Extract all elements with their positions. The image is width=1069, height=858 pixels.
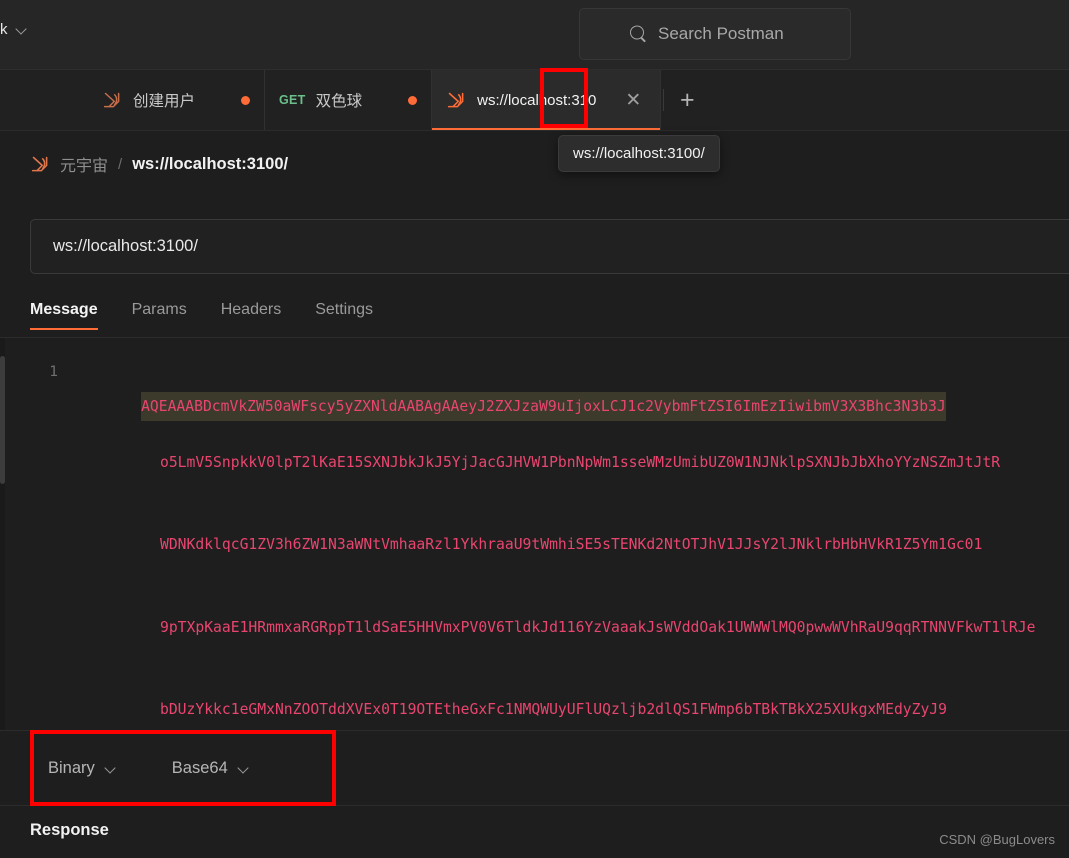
watermark: CSDN @BugLovers — [939, 832, 1055, 847]
chevron-down-icon — [105, 763, 116, 774]
message-editor[interactable]: 1 AQEAAABDcmVkZW50aWFscy5yZXNldAABAgAAey… — [0, 338, 1069, 730]
top-header-bar: k Search Postman — [0, 0, 1069, 70]
request-tab-bar: Message Params Headers Settings — [30, 297, 407, 330]
tab-shuangseqiu[interactable]: GET 双色球 — [265, 70, 433, 130]
workspace-label: k — [0, 21, 8, 38]
data-type-select[interactable]: Binary — [48, 759, 116, 778]
tab-strip-spacer — [0, 70, 88, 130]
chevron-down-icon — [16, 24, 27, 35]
breadcrumb: 元宇宙 / ws://localhost:3100/ — [30, 152, 288, 176]
tab-label: 创建用户 — [133, 93, 196, 110]
chevron-down-icon — [238, 763, 249, 774]
message-format-bar: Binary Base64 — [0, 731, 1069, 805]
close-icon[interactable]: ✕ — [620, 89, 646, 112]
new-tab-button[interactable]: + — [666, 70, 708, 130]
tab-label: ws://localhost:310 — [477, 91, 597, 109]
tab-tooltip: ws://localhost:3100/ — [558, 135, 720, 172]
response-section-divider — [0, 805, 1069, 806]
code-line-5: bDUzYkkc1eGMxNnZOOTddXVEx0T19OTEtheGxFc1… — [160, 701, 947, 718]
unsaved-changes-dot — [408, 95, 418, 105]
data-type-value: Binary — [48, 758, 95, 777]
encoding-select[interactable]: Base64 — [172, 759, 249, 778]
tab-message[interactable]: Message — [30, 297, 98, 330]
editor-gutter: 1 — [0, 338, 72, 730]
response-title: Response — [30, 821, 109, 839]
unsaved-changes-dot — [241, 95, 251, 105]
postman-window: k Search Postman 创建用户 GET 双色球 ws://local… — [0, 0, 1069, 858]
tab-label: 双色球 — [315, 93, 363, 110]
code-line-3: WDNKdklqcG1ZV3h6ZW1N3aWNtVmhaaRzl1Ykhraa… — [160, 536, 983, 553]
tab-create-user[interactable]: 创建用户 — [88, 70, 266, 130]
tab-params[interactable]: Params — [132, 297, 187, 330]
tab-settings[interactable]: Settings — [315, 297, 373, 330]
tab-http-method: GET — [279, 93, 306, 107]
url-value: ws://localhost:3100/ — [53, 237, 198, 255]
message-body-code[interactable]: AQEAAABDcmVkZW50aWFscy5yZXNldAABAgAAeyJ2… — [88, 364, 1069, 730]
search-input[interactable]: Search Postman — [579, 8, 851, 60]
tab-divider — [663, 89, 665, 111]
websocket-icon — [31, 156, 48, 171]
websocket-icon — [447, 92, 464, 107]
url-input[interactable]: ws://localhost:3100/ — [30, 219, 1069, 274]
tab-websocket-localhost[interactable]: ws://localhost:310 ✕ — [432, 70, 662, 130]
workspace-switcher[interactable]: k — [0, 18, 33, 41]
code-line-4: 9pTXpKaaE1HRmmxaRGRppT1ldSaE5HHVmxPV0V6T… — [160, 618, 1036, 636]
websocket-icon — [103, 92, 120, 107]
line-number: 1 — [49, 364, 58, 380]
tab-strip: 创建用户 GET 双色球 ws://localhost:310 ✕ + — [0, 70, 1069, 131]
search-icon — [630, 25, 647, 43]
tab-headers[interactable]: Headers — [221, 297, 281, 330]
breadcrumb-collection[interactable]: 元宇宙 — [60, 152, 108, 176]
code-line-1: AQEAAABDcmVkZW50aWFscy5yZXNldAABAgAAeyJ2… — [141, 391, 946, 421]
code-line-2: o5LmV5SnpkkV0lpT2lKaE15SXNJbkJkJ5YjJacGJ… — [160, 453, 1001, 471]
breadcrumb-separator: / — [118, 155, 123, 173]
search-placeholder: Search Postman — [658, 24, 784, 43]
encoding-value: Base64 — [171, 758, 228, 777]
breadcrumb-current[interactable]: ws://localhost:3100/ — [132, 155, 288, 174]
